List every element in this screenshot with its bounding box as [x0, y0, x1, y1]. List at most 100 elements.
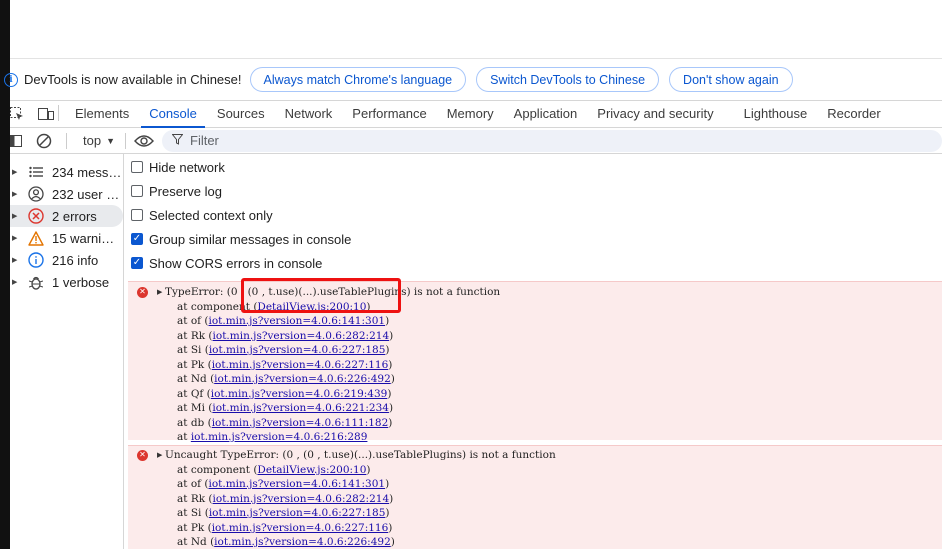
expand-triangle-icon: ▶ — [12, 191, 18, 198]
stack-frame: at Mi (iot.min.js?version=4.0.6:221:234) — [177, 402, 394, 414]
preserve-log-checkbox[interactable] — [131, 185, 143, 197]
stack-frame: at of (iot.min.js?version=4.0.6:141:301) — [177, 315, 390, 327]
stack-frame: at iot.min.js?version=4.0.6:216:289 — [177, 431, 368, 443]
tab-lighthouse[interactable]: Lighthouse — [734, 100, 818, 127]
toolbar-separator — [125, 132, 126, 149]
inspect-element-icon[interactable] — [10, 107, 24, 121]
source-link[interactable]: iot.min.js?version=4.0.6:219:439 — [211, 388, 388, 400]
switch-chinese-button[interactable]: Switch DevTools to Chinese — [476, 67, 660, 92]
language-infobar: i DevTools is now available in Chinese! … — [4, 58, 942, 100]
clear-console-icon[interactable] — [36, 133, 52, 149]
stack-frame: at Pk (iot.min.js?version=4.0.6:227:116) — [177, 358, 393, 371]
source-link[interactable]: iot.min.js?version=4.0.6:216:289 — [191, 431, 368, 443]
sidebar-item-label: 2 errors — [52, 208, 97, 224]
page-blank-area — [10, 0, 942, 58]
source-link[interactable]: iot.min.js?version=4.0.6:227:185 — [209, 507, 386, 519]
option-selected-context[interactable]: Selected context only — [125, 203, 942, 227]
stack-frame: at Si (iot.min.js?version=4.0.6:227:185) — [177, 507, 390, 519]
tab-recorder[interactable]: Recorder — [817, 100, 890, 127]
expand-triangle-icon: ▶ — [12, 213, 18, 220]
sidebar-item-user-messages[interactable]: ▶ 232 user … — [10, 183, 123, 205]
stack-frame: at db (iot.min.js?version=4.0.6:111:182) — [177, 416, 393, 429]
option-hide-network[interactable]: Hide network — [125, 155, 942, 179]
stack-frame: at Rk (iot.min.js?version=4.0.6:282:214) — [177, 329, 394, 342]
group-similar-checkbox[interactable]: ✓ — [131, 233, 143, 245]
filter-input[interactable]: Filter — [162, 129, 942, 152]
selected-context-checkbox[interactable] — [131, 209, 143, 221]
option-label: Preserve log — [149, 183, 222, 199]
error-text: Uncaught TypeError: (0 , (0 , t.use)(...… — [165, 449, 556, 461]
option-preserve-log[interactable]: Preserve log — [125, 179, 942, 203]
info-icon — [28, 252, 44, 268]
tab-elements[interactable]: Elements — [65, 100, 139, 127]
stack-frame: at Nd (iot.min.js?version=4.0.6:226:492) — [177, 373, 395, 385]
context-label: top — [83, 133, 102, 148]
option-label: Group similar messages in console — [149, 231, 352, 247]
console-settings-panel: Hide network Preserve log Selected conte… — [125, 154, 942, 278]
tab-privacy-security[interactable]: Privacy and security — [587, 100, 723, 127]
chevron-down-icon: ▼ — [106, 135, 115, 146]
user-icon — [28, 186, 44, 202]
console-messages: ✕ ▶ TypeError: (0 , (0 , t.use)(...).use… — [125, 278, 942, 549]
cors-errors-checkbox[interactable]: ✓ — [131, 257, 143, 269]
info-icon: i — [4, 72, 18, 87]
error-icon: ✕ — [137, 287, 148, 298]
filter-placeholder: Filter — [190, 133, 219, 148]
source-link[interactable]: iot.min.js?version=4.0.6:226:492 — [214, 373, 391, 385]
source-link[interactable]: iot.min.js?version=4.0.6:221:234 — [212, 402, 389, 414]
hide-network-checkbox[interactable] — [131, 161, 143, 173]
sidebar-item-info[interactable]: ▶ 216 info — [10, 249, 123, 271]
option-label: Hide network — [149, 159, 225, 175]
tab-application[interactable]: Application — [504, 100, 588, 127]
dont-show-again-button[interactable]: Don't show again — [669, 67, 793, 92]
filter-icon — [171, 133, 184, 148]
error-header[interactable]: ✕ ▶ TypeError: (0 , (0 , t.use)(...).use… — [128, 285, 942, 300]
stack-frame: at Nd (iot.min.js?version=4.0.6:226:492) — [177, 536, 395, 548]
stack-frame: at Qf (iot.min.js?version=4.0.6:219:439) — [177, 387, 392, 400]
sidebar-item-label: 216 info — [52, 252, 99, 268]
source-link[interactable]: iot.min.js?version=4.0.6:227:116 — [212, 359, 389, 371]
sidebar-item-label: 1 verbose — [52, 274, 110, 290]
source-link[interactable]: iot.min.js?version=4.0.6:141:301 — [208, 315, 385, 327]
source-link[interactable]: iot.min.js?version=4.0.6:141:301 — [208, 478, 385, 490]
error-message[interactable]: ✕ ▶ Uncaught TypeError: (0 , (0 , t.use)… — [128, 445, 942, 549]
toolbar-separator — [66, 132, 67, 149]
context-selector[interactable]: top ▼ — [83, 133, 115, 148]
error-text: TypeError: (0 , (0 , t.use)(...).useTabl… — [165, 286, 501, 298]
live-expression-eye-icon[interactable] — [134, 134, 154, 148]
list-icon — [28, 164, 44, 180]
source-link[interactable]: DetailView.js:200:10 — [257, 301, 366, 313]
stack-frame: at Si (iot.min.js?version=4.0.6:227:185) — [177, 344, 390, 356]
source-link[interactable]: iot.min.js?version=4.0.6:227:185 — [209, 344, 386, 356]
source-link[interactable]: iot.min.js?version=4.0.6:282:214 — [213, 330, 390, 342]
match-language-button[interactable]: Always match Chrome's language — [249, 67, 467, 92]
tab-memory[interactable]: Memory — [437, 100, 504, 127]
sidebar-item-label: 234 mess… — [52, 164, 122, 180]
expand-triangle-icon: ▶ — [12, 169, 18, 176]
device-toolbar-icon[interactable] — [38, 107, 54, 121]
source-link[interactable]: iot.min.js?version=4.0.6:282:214 — [213, 493, 390, 505]
infobar-message: DevTools is now available in Chinese! — [24, 72, 242, 87]
tab-network[interactable]: Network — [275, 100, 343, 127]
tab-performance[interactable]: Performance — [342, 100, 436, 127]
sidebar-item-messages[interactable]: ▶ 234 mess… — [10, 161, 123, 183]
error-icon: ✕ — [137, 450, 148, 461]
option-group-similar[interactable]: ✓ Group similar messages in console — [125, 227, 942, 251]
stack-frame: at component (DetailView.js:200:10) — [177, 300, 371, 313]
expand-triangle-icon[interactable]: ▶ — [157, 285, 162, 300]
option-cors-errors[interactable]: ✓ Show CORS errors in console — [125, 251, 942, 275]
error-message[interactable]: ✕ ▶ TypeError: (0 , (0 , t.use)(...).use… — [128, 281, 942, 443]
tab-sources[interactable]: Sources — [207, 100, 275, 127]
source-link[interactable]: iot.min.js?version=4.0.6:111:182 — [212, 417, 389, 429]
error-header[interactable]: ✕ ▶ Uncaught TypeError: (0 , (0 , t.use)… — [128, 448, 942, 463]
sidebar-item-verbose[interactable]: ▶ 1 verbose — [10, 271, 123, 293]
sidebar-item-errors[interactable]: ▶ 2 errors — [10, 205, 123, 227]
tab-console[interactable]: Console — [139, 100, 207, 128]
sidebar-item-warnings[interactable]: ▶ 15 warni… — [10, 227, 123, 249]
source-link[interactable]: iot.min.js?version=4.0.6:227:116 — [212, 522, 389, 534]
source-link[interactable]: DetailView.js:200:10 — [257, 464, 366, 476]
source-link[interactable]: iot.min.js?version=4.0.6:226:492 — [214, 536, 391, 548]
stack-frame: at of (iot.min.js?version=4.0.6:141:301) — [177, 478, 390, 490]
sidebar-toggle-icon[interactable] — [10, 134, 22, 148]
expand-triangle-icon[interactable]: ▶ — [157, 448, 162, 463]
